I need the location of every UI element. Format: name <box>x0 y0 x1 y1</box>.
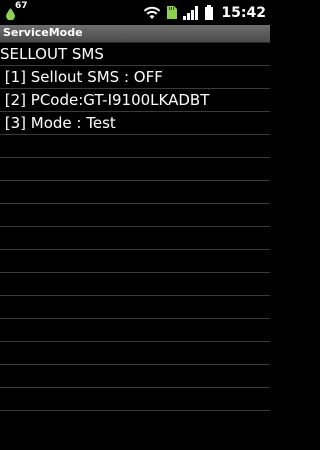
notification-count: 67 <box>15 1 28 11</box>
list-item <box>0 296 270 319</box>
battery-icon <box>205 5 214 20</box>
page-title: ServiceMode <box>3 26 83 39</box>
list-item[interactable]: [2] PCode:GT-I9100LKADBT <box>0 89 270 112</box>
list-item <box>0 227 270 250</box>
list-item <box>0 388 270 411</box>
status-bar: 67 15:42 <box>0 0 270 25</box>
notification-drop-icon <box>6 8 15 20</box>
list-item <box>0 181 270 204</box>
list-item <box>0 319 270 342</box>
sd-card-icon <box>167 6 178 19</box>
title-bar: ServiceMode <box>0 25 270 43</box>
list-item: SELLOUT SMS <box>0 43 270 66</box>
list-item <box>0 273 270 296</box>
list-item <box>0 135 270 158</box>
list-item <box>0 158 270 181</box>
list-item <box>0 204 270 227</box>
list-item[interactable]: [3] Mode : Test <box>0 112 270 135</box>
wifi-icon <box>144 6 161 19</box>
status-time: 15:42 <box>221 4 266 21</box>
signal-icon <box>183 5 199 20</box>
list-item <box>0 250 270 273</box>
notification-area[interactable]: 67 <box>4 1 30 22</box>
list-item <box>0 342 270 365</box>
list-item <box>0 365 270 388</box>
service-mode-list: SELLOUT SMS [1] Sellout SMS : OFF [2] PC… <box>0 43 270 411</box>
list-item[interactable]: [1] Sellout SMS : OFF <box>0 66 270 89</box>
